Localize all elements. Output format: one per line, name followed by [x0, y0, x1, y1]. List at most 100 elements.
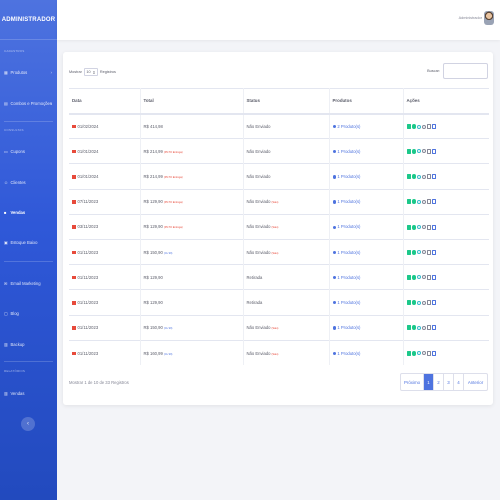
status-text: Retirada	[246, 274, 263, 280]
edit-icon[interactable]	[406, 199, 411, 205]
edit-icon[interactable]	[406, 148, 411, 154]
products-text: 1 Produto(s)	[337, 224, 361, 230]
user-icon[interactable]	[427, 199, 431, 205]
view-icon[interactable]	[417, 174, 421, 179]
edit-icon[interactable]	[406, 224, 411, 230]
pagination-page[interactable]: 1	[424, 374, 434, 390]
view-icon[interactable]	[417, 250, 421, 255]
brand-title[interactable]: ADMINISTRADOR	[0, 0, 57, 40]
info-icon[interactable]	[422, 250, 426, 255]
confirm-icon[interactable]	[411, 174, 416, 180]
sidebar-item-cupons[interactable]: ▭ Cupons	[0, 146, 57, 156]
products-link[interactable]: 2 Produto(s)	[332, 124, 360, 129]
sidebar-item-rel-vendas[interactable]: ▥ Vendas	[0, 388, 57, 398]
confirm-icon[interactable]	[411, 199, 416, 205]
products-link[interactable]: 1 Produto(s)	[332, 351, 360, 356]
pagination-next[interactable]: Anterior	[464, 374, 487, 390]
info-icon[interactable]	[422, 300, 426, 305]
view-icon[interactable]	[417, 124, 421, 129]
view-icon[interactable]	[417, 351, 421, 356]
sidebar-item-estoque[interactable]: ▣ Estoque Baixo	[0, 237, 57, 247]
info-icon[interactable]	[422, 174, 426, 179]
products-link[interactable]: 1 Produto(s)	[332, 300, 360, 305]
confirm-icon[interactable]	[411, 325, 416, 331]
document-icon[interactable]	[432, 224, 436, 230]
view-icon[interactable]	[417, 325, 421, 330]
confirm-icon[interactable]	[411, 124, 416, 130]
cell-date: 01/11/2023	[69, 289, 141, 315]
info-icon[interactable]	[422, 325, 426, 330]
edit-icon[interactable]	[406, 350, 411, 356]
document-icon[interactable]	[432, 124, 436, 130]
avatar[interactable]	[484, 11, 494, 25]
confirm-icon[interactable]	[411, 300, 416, 306]
confirm-icon[interactable]	[411, 224, 416, 230]
page-size-select[interactable]: 10 ⇕	[83, 68, 98, 76]
edit-icon[interactable]	[406, 300, 411, 306]
pagination-page[interactable]: 2	[434, 374, 444, 390]
info-icon[interactable]	[422, 149, 426, 154]
view-icon[interactable]	[417, 225, 421, 230]
products-link[interactable]: 1 Produto(s)	[332, 224, 361, 230]
document-icon[interactable]	[432, 300, 436, 306]
edit-icon[interactable]	[406, 274, 411, 280]
sidebar-toggle-button[interactable]: ‹	[21, 417, 35, 431]
document-icon[interactable]	[432, 325, 436, 331]
info-icon[interactable]	[422, 275, 426, 280]
info-icon[interactable]	[422, 124, 426, 129]
products-link[interactable]: 1 Produto(s)	[332, 250, 360, 255]
view-icon[interactable]	[417, 149, 421, 154]
search-input[interactable]	[443, 63, 488, 79]
user-icon[interactable]	[427, 249, 431, 255]
confirm-icon[interactable]	[411, 274, 416, 280]
sidebar-item-backup[interactable]: ▥ Backup	[0, 339, 57, 349]
document-icon[interactable]	[432, 148, 436, 154]
user-icon[interactable]	[427, 124, 431, 130]
column-header-produtos[interactable]: Produtos	[329, 88, 404, 115]
sidebar-item-combos[interactable]: ▤ Combos e Promoções ›	[0, 98, 57, 108]
info-icon[interactable]	[422, 351, 426, 356]
products-link[interactable]: 1 Produto(s)	[332, 275, 360, 280]
sidebar-item-vendas[interactable]: ■ Vendas	[0, 207, 57, 217]
column-header-status[interactable]: Status	[243, 88, 330, 115]
products-link[interactable]: 1 Produto(s)	[332, 174, 360, 179]
edit-icon[interactable]	[406, 124, 411, 130]
document-icon[interactable]	[432, 274, 436, 280]
sidebar-item-email[interactable]: ✉ Email Marketing	[0, 278, 57, 288]
view-icon[interactable]	[417, 275, 421, 280]
document-icon[interactable]	[432, 350, 436, 356]
edit-icon[interactable]	[406, 249, 411, 255]
pagination-page[interactable]: 3	[444, 374, 454, 390]
products-link[interactable]: 1 Produto(s)	[332, 199, 360, 204]
sidebar-item-produtos[interactable]: ▦ Produtos ›	[0, 67, 57, 77]
status-text: Retirada	[246, 299, 263, 305]
confirm-icon[interactable]	[411, 249, 416, 255]
column-header-data[interactable]: Data	[69, 88, 141, 115]
pagination-prev[interactable]: Próximo	[401, 374, 424, 390]
user-icon[interactable]	[427, 300, 431, 306]
view-icon[interactable]	[417, 300, 421, 305]
view-icon[interactable]	[417, 199, 421, 204]
column-header-total[interactable]: Total	[140, 88, 244, 115]
edit-icon[interactable]	[406, 325, 411, 331]
confirm-icon[interactable]	[411, 350, 416, 356]
sidebar-item-clientes[interactable]: ☺ Clientes	[0, 177, 57, 187]
document-icon[interactable]	[432, 249, 436, 255]
confirm-icon[interactable]	[411, 148, 416, 154]
user-icon[interactable]	[427, 148, 431, 154]
user-icon[interactable]	[427, 350, 431, 356]
user-icon[interactable]	[427, 325, 431, 331]
document-icon[interactable]	[432, 174, 436, 180]
user-icon[interactable]	[427, 274, 431, 280]
user-icon[interactable]	[427, 224, 431, 230]
products-link[interactable]: 1 Produto(s)	[332, 325, 360, 330]
sidebar-item-blog[interactable]: ▢ Blog	[0, 308, 57, 318]
pagination-page[interactable]: 4	[454, 374, 464, 390]
user-name[interactable]: Administrador	[459, 16, 482, 20]
info-icon[interactable]	[422, 199, 426, 204]
edit-icon[interactable]	[406, 174, 411, 180]
user-icon[interactable]	[427, 174, 431, 180]
info-icon[interactable]	[422, 225, 426, 230]
products-link[interactable]: 1 Produto(s)	[332, 149, 360, 154]
document-icon[interactable]	[432, 199, 436, 205]
